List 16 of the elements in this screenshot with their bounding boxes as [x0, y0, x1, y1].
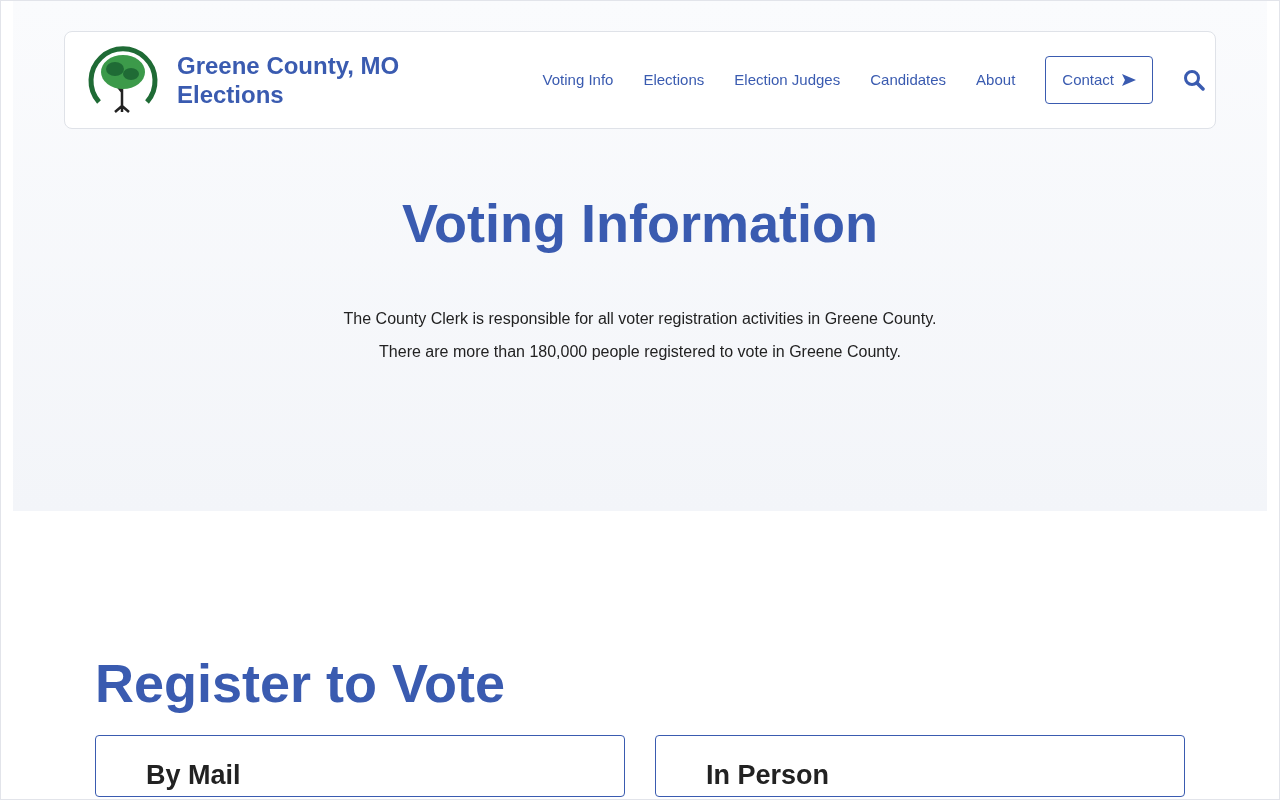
card-title: By Mail: [146, 760, 242, 790]
contact-button[interactable]: Contact: [1045, 55, 1153, 105]
nav-link[interactable]: Voting Info: [542, 68, 614, 92]
section-title: Register to Vote: [95, 652, 507, 715]
card-title: In Person: [706, 760, 831, 790]
nav-link[interactable]: Candidates: [870, 68, 947, 92]
page-title: Voting Information: [401, 192, 879, 255]
nav-link[interactable]: Elections: [643, 68, 705, 92]
site-subtitle[interactable]: Elections: [177, 80, 400, 109]
intro-paragraph: The County Clerk is responsible for all voter registration activities in Greene County.: [342, 308, 938, 329]
send-icon: [1122, 74, 1136, 86]
site-title[interactable]: Greene County, MO: [177, 51, 400, 80]
nav-link[interactable]: About: [976, 68, 1016, 92]
search-icon[interactable]: [1183, 69, 1205, 91]
intro-paragraph: There are more than 180,000 people registered to vote in Greene County.: [378, 341, 902, 362]
nav-link[interactable]: Election Judges: [734, 68, 841, 92]
